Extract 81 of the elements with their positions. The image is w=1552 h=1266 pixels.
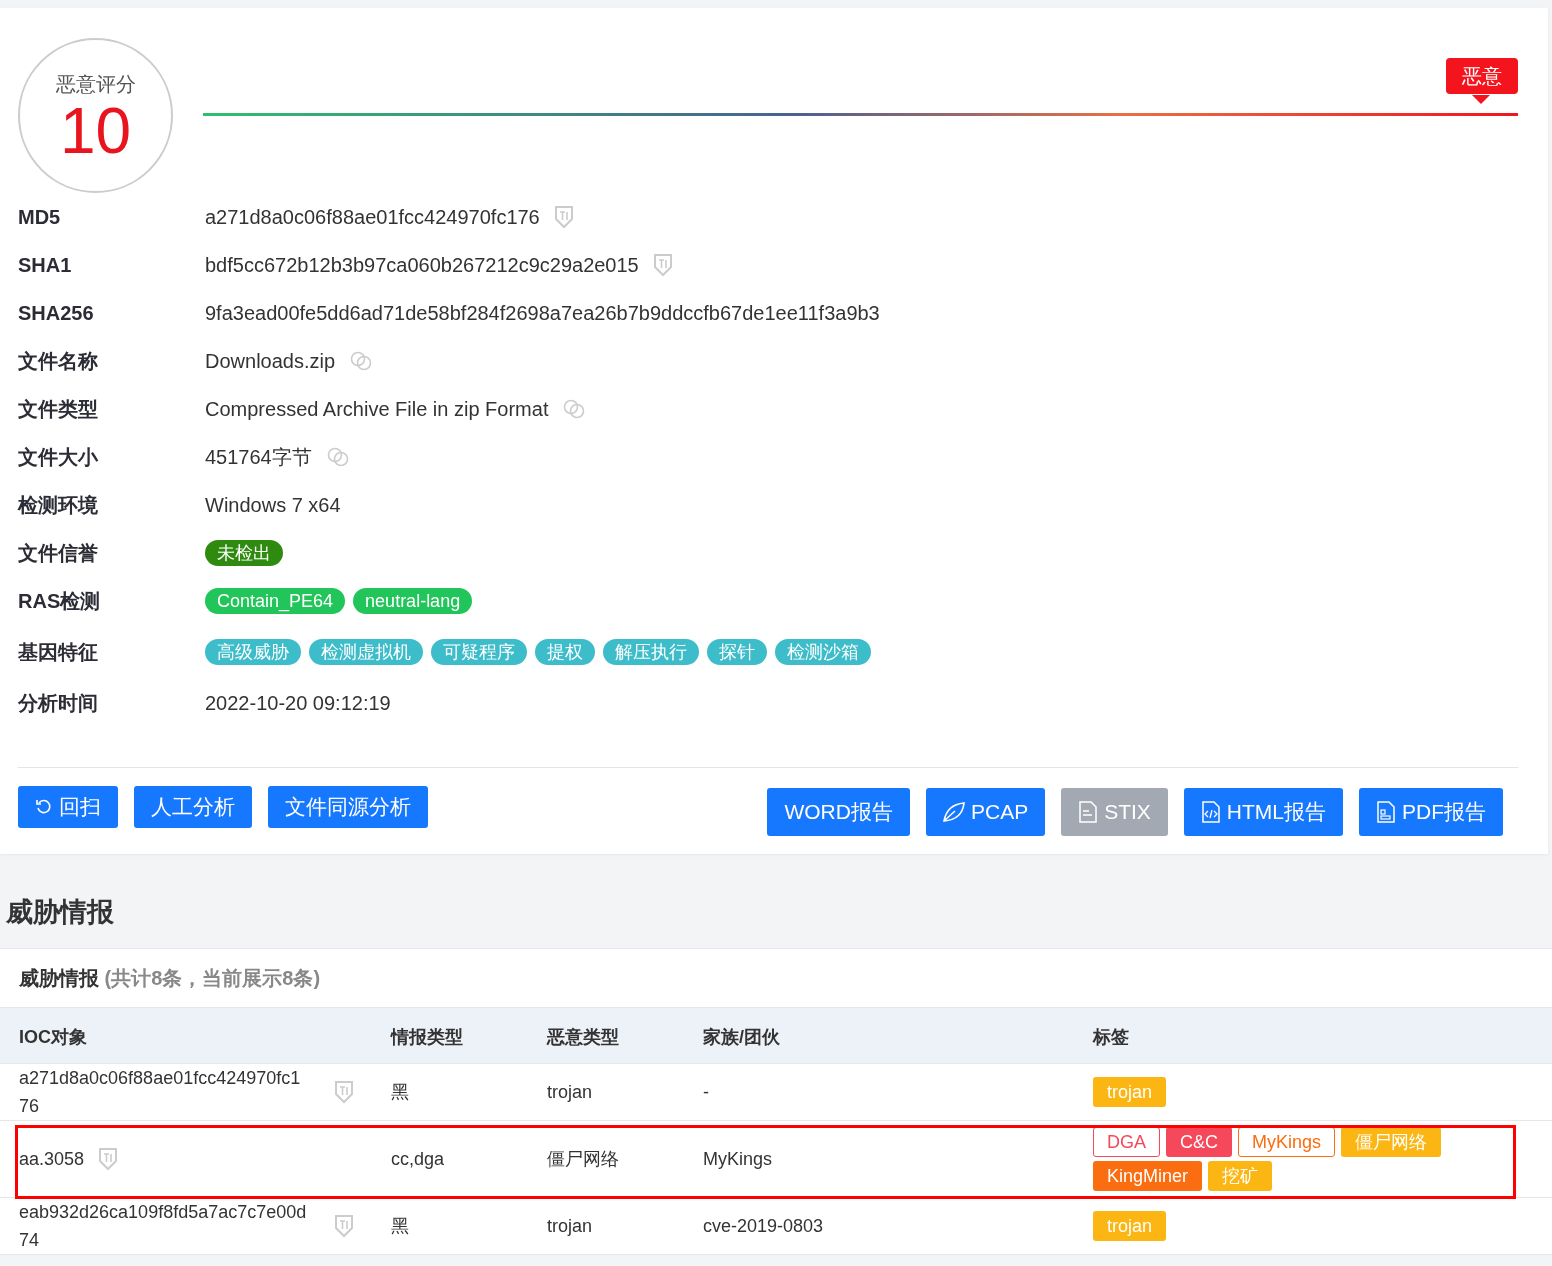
field-label: SHA1	[18, 253, 73, 278]
tag-pill: 高级威胁	[205, 639, 301, 665]
column-header: 情报类型	[391, 1008, 547, 1063]
ti-shield-icon	[334, 1080, 354, 1104]
tag-pill: 可疑程序	[431, 639, 527, 665]
field-value: a271d8a0c06f88ae01fcc424970fc176	[205, 205, 540, 230]
field-value: Downloads.zip	[205, 349, 336, 374]
intel-type: 黑	[391, 1080, 409, 1104]
action-button[interactable]: PDF报告	[1359, 788, 1503, 836]
ti-shield-icon	[98, 1147, 119, 1171]
field-label: 文件名称	[18, 349, 99, 374]
action-button[interactable]: 回扫	[18, 786, 118, 828]
column-header: 家族/团伙	[703, 1008, 1093, 1063]
field-label: 检测环境	[18, 493, 99, 518]
field-label: RAS检测	[18, 589, 102, 614]
tag-pill: neutral-lang	[353, 588, 473, 614]
tag-label: 挖矿	[1208, 1161, 1273, 1191]
ti-shield-icon	[553, 205, 574, 229]
link-icon	[349, 350, 374, 372]
ioc-value: eab932d26ca109f8fd5a7ac7c7e00d74	[19, 1201, 308, 1252]
refresh-icon	[35, 797, 53, 816]
code-file-icon	[1200, 800, 1221, 823]
field-value: 9fa3ead00fe5dd6ad71de58bf284f2698a7ea26b7b9ddccfb67de1ee11f3a9b3	[205, 301, 880, 326]
tag-pill: 探针	[707, 639, 767, 665]
field-label: 文件信誉	[18, 541, 99, 566]
score-label: 恶意评分	[55, 71, 136, 97]
tag-label: trojan	[1093, 1211, 1167, 1241]
ioc-value: aa.3058	[19, 1148, 85, 1171]
column-header: 恶意类型	[547, 1008, 703, 1063]
field-label: MD5	[18, 205, 62, 230]
section-title: 威胁情报	[5, 895, 115, 929]
record-count: (共计8条，当前展示8条)	[104, 967, 321, 989]
intel-type: cc,dga	[391, 1147, 445, 1171]
tag-label: 僵尸网络	[1341, 1127, 1442, 1157]
field-value: Compressed Archive File in zip Format	[205, 397, 549, 422]
tag-label: trojan	[1093, 1077, 1167, 1107]
ti-shield-icon	[334, 1214, 354, 1238]
tag-pill: 提权	[535, 639, 595, 665]
link-icon	[562, 398, 587, 420]
field-value: 2022-10-20 09:12:19	[205, 691, 391, 716]
action-button[interactable]: 人工分析	[134, 786, 252, 828]
field-label: 基因特征	[18, 640, 99, 665]
tag-pill: 检测沙箱	[775, 639, 871, 665]
tag-pill: Contain_PE64	[205, 588, 346, 614]
family-name: -	[703, 1080, 709, 1104]
field-label: 文件类型	[18, 397, 99, 422]
panel-title: 威胁情报	[19, 967, 99, 989]
action-button[interactable]: 文件同源分析	[268, 786, 428, 828]
column-header: IOC对象	[0, 1008, 391, 1063]
pdf-file-icon	[1376, 800, 1396, 823]
action-button[interactable]: WORD报告	[767, 788, 910, 836]
action-button[interactable]: PCAP	[925, 788, 1046, 836]
intel-type: 黑	[391, 1214, 409, 1238]
tag-label: KingMiner	[1093, 1161, 1203, 1191]
field-value: Windows 7 x64	[205, 493, 341, 518]
field-label: SHA256	[18, 301, 95, 326]
field-value: bdf5cc672b12b3b97ca060b267212c9c29a2e015	[205, 253, 639, 278]
ti-shield-icon	[652, 253, 673, 277]
malware-type: trojan	[547, 1080, 593, 1104]
family-name: cve-2019-0803	[703, 1214, 824, 1238]
action-button[interactable]: HTML报告	[1183, 788, 1343, 836]
tag-label: MyKings	[1238, 1127, 1336, 1157]
family-name: MyKings	[703, 1147, 773, 1171]
leaf-icon	[942, 801, 965, 822]
field-label: 文件大小	[18, 445, 99, 470]
flag-pointer	[1472, 95, 1490, 104]
score-value: 10	[59, 98, 132, 163]
tag-pill: 解压执行	[603, 639, 699, 665]
file-icon	[1078, 800, 1099, 823]
ioc-value: a271d8a0c06f88ae01fcc424970fc176	[19, 1067, 302, 1118]
tag-pill: 检测虚拟机	[309, 639, 423, 665]
tag-label: C&C	[1166, 1127, 1233, 1157]
field-label: 分析时间	[18, 691, 99, 716]
malware-type: trojan	[547, 1214, 593, 1238]
malware-type: 僵尸网络	[547, 1147, 619, 1171]
field-value: 451764字节	[205, 445, 312, 470]
tag-label: DGA	[1093, 1127, 1160, 1157]
column-header: 标签	[1093, 1008, 1552, 1063]
tag-pill: 未检出	[205, 540, 283, 566]
link-icon	[325, 446, 350, 468]
verdict-flag: 恶意	[1446, 58, 1518, 94]
